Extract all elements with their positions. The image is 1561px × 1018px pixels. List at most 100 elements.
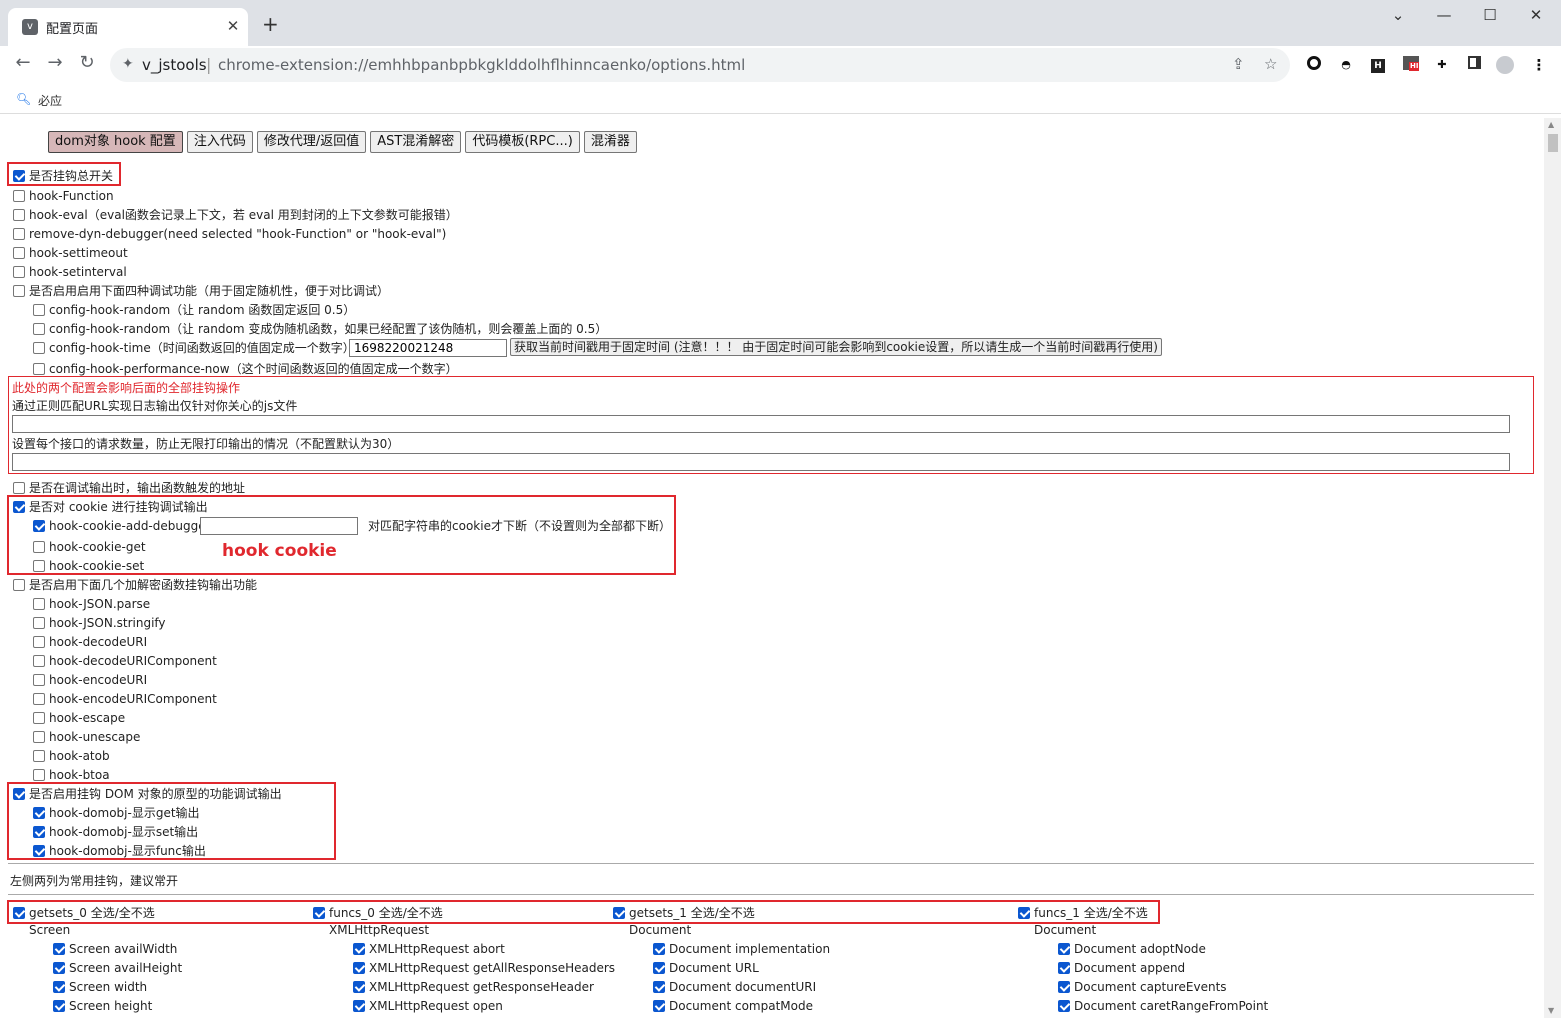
column-item-checkbox[interactable] [1058, 1000, 1070, 1012]
browser-tab[interactable]: v 配置页面 ✕ [8, 8, 248, 46]
minimize-icon[interactable]: — [1424, 6, 1464, 24]
tab-search-icon[interactable]: ⌄ [1378, 6, 1418, 24]
dom-item-checkbox[interactable] [33, 807, 45, 819]
column-item-checkbox[interactable] [653, 943, 665, 955]
crypto-item-row: hook-atob [33, 748, 110, 764]
column-toggle-checkbox[interactable] [1018, 907, 1030, 919]
profile-avatar-icon[interactable] [1496, 56, 1514, 74]
column-item-checkbox[interactable] [353, 1000, 365, 1012]
bookmark-star-icon[interactable]: ☆ [1264, 55, 1277, 73]
address-bar[interactable]: ✦ v_jstools | chrome-extension://emhhbpa… [110, 48, 1290, 82]
column-item-checkbox[interactable] [353, 943, 365, 955]
back-icon[interactable]: ← [10, 52, 36, 73]
column-toggle-checkbox[interactable] [613, 907, 625, 919]
column-toggle-checkbox[interactable] [313, 907, 325, 919]
hook-settimeout-checkbox[interactable] [13, 247, 25, 259]
tab-inject-code[interactable]: 注入代码 [186, 131, 253, 153]
tab-close-icon[interactable]: ✕ [224, 17, 242, 35]
column-item-checkbox[interactable] [1058, 962, 1070, 974]
tab-ast-deobfuscate[interactable]: AST混淆解密 [370, 131, 462, 153]
crypto-item-row: hook-decodeURIComponent [33, 653, 217, 669]
crypto-item-label: hook-decodeURI [49, 635, 148, 649]
reload-icon[interactable]: ↻ [74, 52, 100, 73]
perf-now-checkbox[interactable] [33, 363, 45, 375]
column-item-row: Document caretRangeFromPoint [1058, 998, 1268, 1014]
maximize-icon[interactable]: ☐ [1470, 6, 1510, 24]
tab-proxy-return[interactable]: 修改代理/返回值 [256, 131, 367, 153]
column-item-label: Document adoptNode [1074, 942, 1206, 956]
column-item-checkbox[interactable] [53, 981, 65, 993]
crypto-item-checkbox[interactable] [33, 617, 45, 629]
share-icon[interactable]: ⇪ [1232, 55, 1245, 73]
window-close-icon[interactable]: ✕ [1516, 6, 1556, 24]
tab-dom-hook[interactable]: dom对象 hook 配置 [48, 131, 183, 153]
column-item-label: Screen availHeight [69, 961, 183, 975]
browser-menu-icon[interactable]: ⋮ [1530, 56, 1548, 74]
fixed-time-input[interactable] [349, 339, 507, 357]
page-scrollbar[interactable]: ▲ ▼ [1544, 118, 1561, 1018]
tab-code-template[interactable]: 代码模板(RPC...) [465, 131, 580, 153]
column-item-checkbox[interactable] [653, 981, 665, 993]
master-switch-checkbox[interactable] [13, 170, 25, 182]
scroll-down-icon[interactable]: ▼ [1548, 1006, 1554, 1015]
dom-item-checkbox[interactable] [33, 826, 45, 838]
crypto-group-checkbox[interactable] [13, 579, 25, 591]
dom-group-checkbox[interactable] [13, 788, 25, 800]
extension-hi-icon[interactable]: HI [1402, 56, 1420, 74]
random-group-checkbox[interactable] [13, 285, 25, 297]
column-item-label: XMLHttpRequest getAllResponseHeaders [369, 961, 616, 975]
scroll-up-icon[interactable]: ▲ [1548, 120, 1554, 129]
crypto-item-checkbox[interactable] [33, 712, 45, 724]
tab-obfuscator[interactable]: 混淆器 [583, 131, 637, 153]
hook-eval-row: hook-eval（eval函数会记录上下文，若 eval 用到封闭的上下文参数… [13, 207, 458, 223]
cookie-set-checkbox[interactable] [33, 560, 45, 572]
url-text[interactable]: chrome-extension://emhhbpanbpbkgklddolhf… [218, 56, 745, 74]
print-caller-checkbox[interactable] [13, 482, 25, 494]
request-limit-input[interactable] [12, 453, 1510, 471]
cookie-match-input[interactable] [200, 517, 358, 535]
extension-circle-icon[interactable] [1305, 56, 1323, 74]
column-item-checkbox[interactable] [653, 962, 665, 974]
new-tab-icon[interactable]: + [262, 14, 279, 34]
extension-h-icon[interactable]: H [1369, 56, 1387, 74]
get-timestamp-button[interactable]: 获取当前时间戳用于固定时间 (注意！！！ 由于固定时间可能会影响到cookie设… [510, 338, 1162, 356]
column-item-checkbox[interactable] [53, 962, 65, 974]
column-toggle-checkbox[interactable] [13, 907, 25, 919]
crypto-item-checkbox[interactable] [33, 731, 45, 743]
column-item-checkbox[interactable] [353, 981, 365, 993]
forward-icon[interactable]: → [42, 52, 68, 73]
column-item-checkbox[interactable] [353, 962, 365, 974]
scroll-thumb[interactable] [1548, 134, 1558, 152]
cookie-group-checkbox[interactable] [13, 501, 25, 513]
column-item-label: Screen availWidth [69, 942, 178, 956]
remove-debugger-checkbox[interactable] [13, 228, 25, 240]
column-group-title: Document [1034, 923, 1097, 937]
column-item-checkbox[interactable] [53, 943, 65, 955]
random-2-checkbox[interactable] [33, 323, 45, 335]
cookie-get-checkbox[interactable] [33, 541, 45, 553]
url-regex-input[interactable] [12, 415, 1510, 433]
dom-item-checkbox[interactable] [33, 845, 45, 857]
extensions-puzzle-icon[interactable]: ✚ [1433, 56, 1451, 74]
crypto-item-checkbox[interactable] [33, 674, 45, 686]
side-panel-icon[interactable] [1465, 56, 1483, 74]
cookie-debugger-checkbox[interactable] [33, 520, 45, 532]
crypto-item-checkbox[interactable] [33, 693, 45, 705]
crypto-item-checkbox[interactable] [33, 598, 45, 610]
crypto-item-checkbox[interactable] [33, 750, 45, 762]
random-1-checkbox[interactable] [33, 304, 45, 316]
column-item-checkbox[interactable] [653, 1000, 665, 1012]
extension-hat-icon[interactable]: ◓ [1337, 56, 1355, 74]
bookmark-bing[interactable]: 必应 [38, 92, 62, 109]
crypto-item-checkbox[interactable] [33, 636, 45, 648]
hook-function-checkbox[interactable] [13, 190, 25, 202]
column-item-checkbox[interactable] [1058, 943, 1070, 955]
column-item-checkbox[interactable] [1058, 981, 1070, 993]
hook-time-checkbox[interactable] [33, 342, 45, 354]
crypto-item-checkbox[interactable] [33, 655, 45, 667]
cookie-get-row: hook-cookie-get [33, 539, 146, 555]
column-item-checkbox[interactable] [53, 1000, 65, 1012]
crypto-item-checkbox[interactable] [33, 769, 45, 781]
hook-eval-checkbox[interactable] [13, 209, 25, 221]
hook-setinterval-checkbox[interactable] [13, 266, 25, 278]
